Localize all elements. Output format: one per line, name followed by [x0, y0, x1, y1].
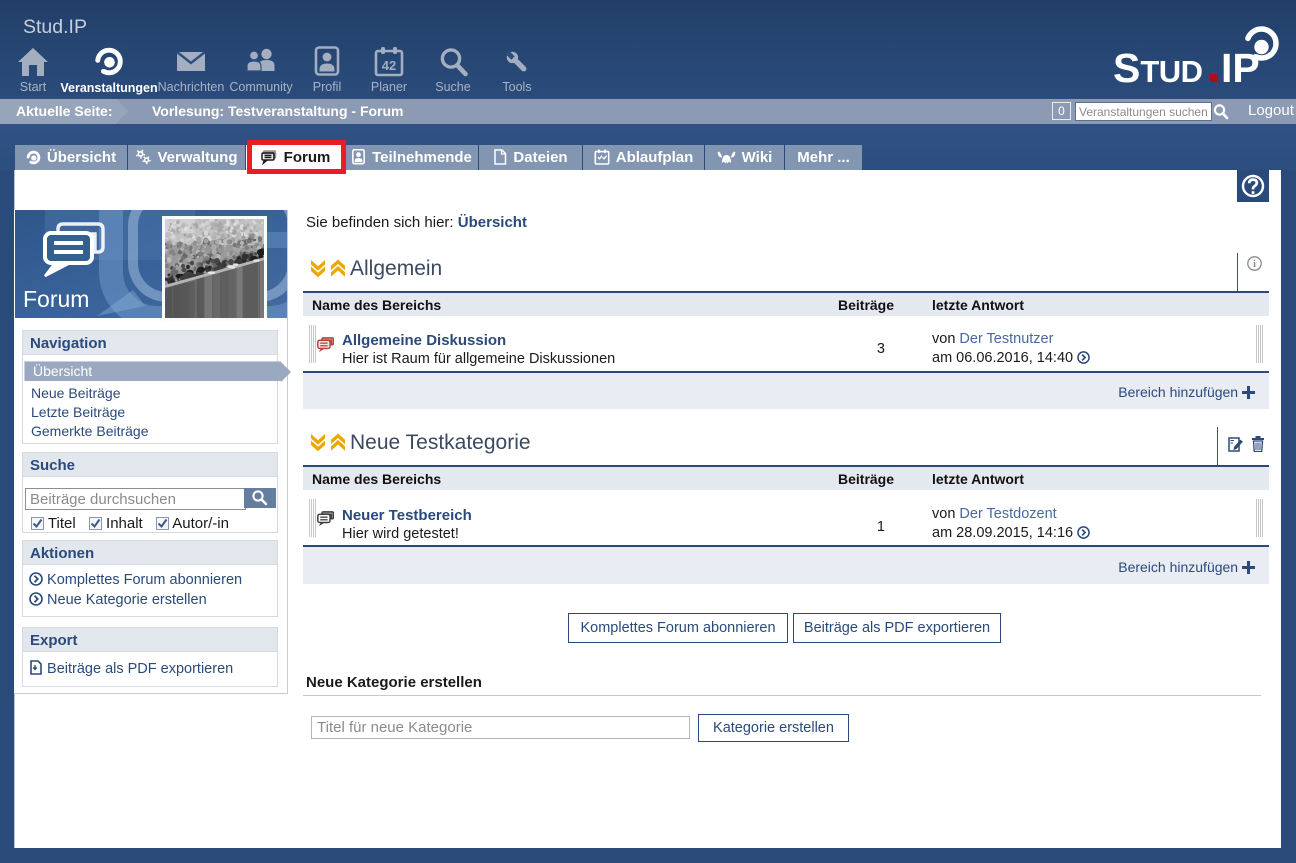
svg-text:42: 42 [382, 58, 396, 73]
svg-text:i: i [1253, 259, 1256, 270]
svg-text:IP: IP [1221, 45, 1260, 91]
svg-text:STUD: STUD [1113, 45, 1203, 91]
